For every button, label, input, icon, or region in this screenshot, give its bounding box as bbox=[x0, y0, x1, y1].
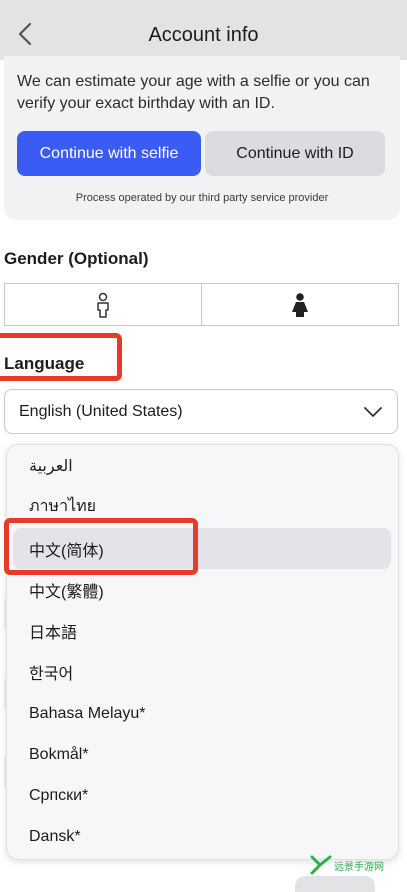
language-option-arabic[interactable]: العربية bbox=[7, 445, 398, 486]
page-title: Account info bbox=[148, 24, 259, 46]
provider-note: Process operated by our third party serv… bbox=[75, 192, 329, 204]
female-icon bbox=[292, 292, 308, 317]
continue-with-id-button[interactable]: Continue with ID bbox=[205, 131, 385, 176]
gender-selector bbox=[4, 283, 399, 326]
language-option-malay[interactable]: Bahasa Melayu* bbox=[7, 693, 398, 734]
language-option-korean[interactable]: 한국어 bbox=[7, 651, 398, 692]
chevron-down-icon bbox=[364, 407, 382, 417]
gender-option-female[interactable] bbox=[201, 284, 398, 325]
language-dropdown: العربية ภาษาไทย 中文(简体) 中文(繁體) 日本語 한국어 Ba… bbox=[6, 444, 399, 860]
gender-option-male[interactable] bbox=[5, 284, 201, 325]
language-option-bokmal[interactable]: Bokmål* bbox=[7, 734, 398, 775]
annotation-box-chinese bbox=[4, 518, 198, 575]
language-option-japanese[interactable]: 日本語 bbox=[7, 610, 398, 651]
language-selected-value: English (United States) bbox=[19, 403, 183, 420]
language-label: Language bbox=[4, 354, 85, 373]
language-option-danish[interactable]: Dansk* bbox=[7, 816, 398, 857]
male-icon bbox=[97, 292, 109, 318]
watermark-text: 远景手游网 bbox=[334, 861, 384, 873]
continue-with-selfie-button[interactable]: Continue with selfie bbox=[17, 131, 201, 176]
bottom-button-partial[interactable] bbox=[295, 876, 375, 892]
app-header: Account info bbox=[0, 0, 407, 60]
watermark: 远景手游网 bbox=[310, 855, 384, 875]
language-select[interactable]: English (United States) bbox=[4, 389, 398, 434]
watermark-logo-icon bbox=[310, 855, 332, 875]
language-option-serbian[interactable]: Српски* bbox=[7, 775, 398, 816]
gender-label: Gender (Optional) bbox=[4, 249, 149, 268]
language-option-chinese-traditional[interactable]: 中文(繁體) bbox=[7, 569, 398, 610]
verification-description: We can estimate your age with a selfie o… bbox=[17, 73, 370, 112]
age-verification-card: We can estimate your age with a selfie o… bbox=[4, 56, 400, 220]
